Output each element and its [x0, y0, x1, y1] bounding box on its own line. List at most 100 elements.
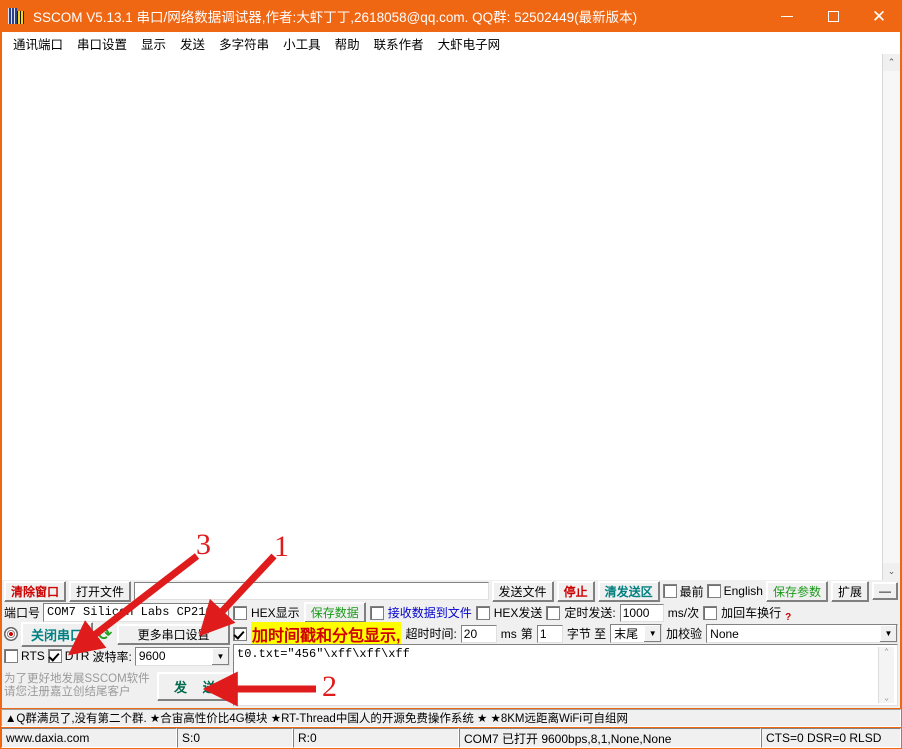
byte-to-select[interactable]: 末尾 ▼ — [610, 624, 662, 643]
timed-send-interval-input[interactable]: 1000 — [620, 604, 664, 622]
scroll-up-icon[interactable]: ⌃ — [883, 54, 900, 71]
minimize-button[interactable] — [764, 0, 810, 32]
menu-item-daxia-site[interactable]: 大虾电子网 — [431, 32, 508, 55]
menu-item-serial-settings[interactable]: 串口设置 — [70, 32, 134, 55]
collapse-button[interactable]: — — [872, 582, 898, 600]
more-serial-settings-button[interactable]: 更多串口设置 — [117, 624, 230, 645]
scrollbar-track[interactable] — [883, 71, 900, 563]
send-scroll-up-icon[interactable]: ⌃ — [884, 647, 889, 657]
send-scrollbar[interactable]: ⌃ ⌄ — [878, 647, 894, 703]
window-title: SSCOM V5.13.1 串口/网络数据调试器,作者:大虾丁丁,2618058… — [33, 6, 637, 26]
options-column: HEX显示 保存数据 接收数据到文件 HEX发送 定时发送: 1000 ms/次… — [233, 602, 898, 706]
flow-baud-row: RTS DTR 波特率: 9600 ▼ — [4, 646, 230, 666]
baud-select-value: 9600 — [136, 648, 212, 665]
status-received-count: R:0 — [293, 728, 459, 748]
toolbar-row: 清除窗口 打开文件 发送文件 停止 清发送区 最前 English 保存参数 扩… — [2, 580, 900, 601]
chevron-down-icon[interactable]: ▼ — [644, 625, 661, 642]
scroll-down-icon[interactable]: ⌄ — [883, 563, 900, 580]
open-file-button[interactable]: 打开文件 — [69, 581, 131, 602]
timestamp-label: 加时间戳和分包显示, — [251, 622, 401, 646]
maximize-button[interactable] — [810, 0, 856, 32]
send-textarea-content: t0.txt="456"\xff\xff\xff — [237, 647, 878, 703]
rts-checkbox[interactable] — [4, 649, 18, 663]
open-close-row: 关闭串口 ⟳ 更多串口设置 — [4, 624, 230, 644]
status-led-icon — [4, 627, 18, 641]
status-signals: CTS=0 DSR=0 RLSD — [761, 728, 901, 748]
chevron-down-icon[interactable]: ▼ — [212, 604, 229, 621]
timeout-label: 超时时间: — [405, 625, 456, 642]
clear-window-button[interactable]: 清除窗口 — [4, 581, 66, 602]
english-label: English — [724, 584, 763, 598]
status-site[interactable]: www.daxia.com — [1, 728, 177, 748]
chevron-down-icon[interactable]: ▼ — [212, 648, 229, 665]
file-path-input[interactable] — [134, 582, 489, 600]
refresh-ports-icon[interactable]: ⟳ — [96, 626, 114, 643]
hex-send-checkbox[interactable] — [476, 606, 490, 620]
dtr-checkbox[interactable] — [48, 649, 62, 663]
save-data-button[interactable]: 保存数据 — [304, 602, 366, 623]
send-textarea[interactable]: t0.txt="456"\xff\xff\xff ⌃ ⌄ — [233, 644, 898, 706]
status-sent-count: S:0 — [177, 728, 293, 748]
port-select[interactable]: COM7 Silicon Labs CP210x U ▼ — [43, 603, 230, 622]
registration-notice: 为了更好地发展SSCOM软件 请您注册嘉立创结尾客户 — [4, 673, 154, 699]
baud-label: 波特率: — [92, 648, 131, 665]
nag-send-row: 为了更好地发展SSCOM软件 请您注册嘉立创结尾客户 发 送 — [4, 668, 230, 704]
serial-settings-column: 端口号 COM7 Silicon Labs CP210x U ▼ 关闭串口 ⟳ … — [4, 602, 230, 706]
status-bar: www.daxia.com S:0 R:0 COM7 已打开 9600bps,8… — [1, 728, 901, 748]
clear-send-area-button[interactable]: 清发送区 — [598, 581, 660, 602]
hex-display-label: HEX显示 — [251, 604, 300, 621]
timed-send-checkbox[interactable] — [546, 606, 560, 620]
rts-label: RTS — [21, 649, 45, 663]
menu-item-display[interactable]: 显示 — [134, 32, 173, 55]
checksum-select-value: None — [707, 625, 880, 642]
byte-to-select-value: 末尾 — [611, 625, 644, 642]
recv-to-file-checkbox[interactable] — [370, 606, 384, 620]
menu-item-comm-port[interactable]: 通讯端口 — [6, 32, 70, 55]
display-options-row: HEX显示 保存数据 接收数据到文件 HEX发送 定时发送: 1000 ms/次… — [233, 602, 898, 623]
english-checkbox[interactable] — [707, 584, 721, 598]
port-select-value: COM7 Silicon Labs CP210x U — [44, 604, 212, 621]
menu-item-help[interactable]: 帮助 — [328, 32, 367, 55]
timestamp-row: 加时间戳和分包显示, 超时时间: 20 ms 第 1 字节 至 末尾 ▼ 加校验… — [233, 623, 898, 644]
window-controls: ✕ — [764, 0, 902, 32]
baud-select[interactable]: 9600 ▼ — [135, 647, 230, 666]
timeout-unit-label: ms — [501, 627, 517, 641]
dtr-label: DTR — [65, 649, 90, 663]
menu-item-contact-author[interactable]: 联系作者 — [367, 32, 431, 55]
help-icon[interactable]: ? — [785, 612, 791, 623]
byte-range-label: 字节 至 — [567, 625, 606, 642]
receive-textarea[interactable] — [2, 54, 882, 580]
menu-item-send[interactable]: 发送 — [173, 32, 212, 55]
control-panel: 清除窗口 打开文件 发送文件 停止 清发送区 最前 English 保存参数 扩… — [1, 580, 901, 708]
menu-item-tools[interactable]: 小工具 — [276, 32, 328, 55]
extend-button[interactable]: 扩展 — [831, 581, 869, 602]
topmost-label: 最前 — [680, 583, 704, 600]
hex-display-checkbox[interactable] — [233, 606, 247, 620]
receive-panel: ⌃ ⌄ — [1, 54, 901, 580]
stop-button[interactable]: 停止 — [557, 581, 595, 602]
send-file-button[interactable]: 发送文件 — [492, 581, 554, 602]
save-params-button[interactable]: 保存参数 — [766, 581, 828, 602]
sscom-window: SSCOM V5.13.1 串口/网络数据调试器,作者:大虾丁丁,2618058… — [0, 0, 902, 749]
status-connection: COM7 已打开 9600bps,8,1,None,None — [459, 728, 761, 748]
send-scroll-down-icon[interactable]: ⌄ — [884, 693, 889, 703]
crlf-checkbox[interactable] — [703, 606, 717, 620]
timeout-input[interactable]: 20 — [461, 625, 497, 643]
recv-to-file-label: 接收数据到文件 — [388, 604, 472, 621]
receive-scrollbar[interactable]: ⌃ ⌄ — [882, 54, 900, 580]
topmost-checkbox[interactable] — [663, 584, 677, 598]
timestamp-checkbox[interactable] — [233, 627, 247, 641]
timed-send-label: 定时发送: — [564, 604, 615, 621]
close-icon[interactable]: ✕ — [856, 0, 902, 32]
close-port-button[interactable]: 关闭串口 — [21, 622, 93, 647]
chevron-down-icon[interactable]: ▼ — [880, 625, 897, 642]
menu-item-multistring[interactable]: 多字符串 — [212, 32, 276, 55]
timed-send-unit-label: ms/次 — [668, 604, 699, 621]
byte-from-label: 第 — [521, 625, 533, 642]
crlf-label: 加回车换行 — [721, 604, 781, 621]
panel-main: 端口号 COM7 Silicon Labs CP210x U ▼ 关闭串口 ⟳ … — [2, 601, 900, 708]
byte-from-input[interactable]: 1 — [537, 625, 563, 643]
menu-bar: 通讯端口 串口设置 显示 发送 多字符串 小工具 帮助 联系作者 大虾电子网 — [1, 32, 901, 54]
send-button[interactable]: 发 送 — [157, 672, 239, 701]
checksum-select[interactable]: None ▼ — [706, 624, 898, 643]
